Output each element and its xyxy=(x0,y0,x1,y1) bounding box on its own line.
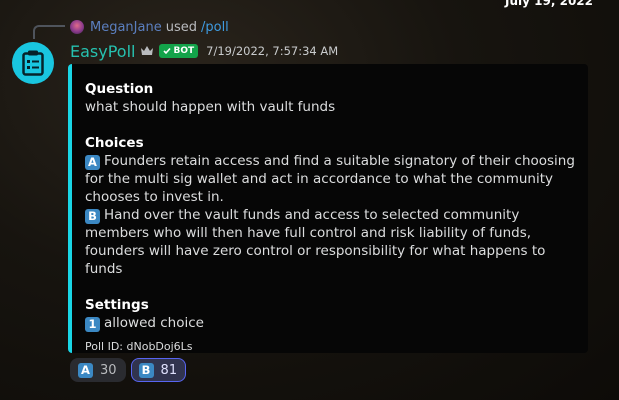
reply-command[interactable]: /poll xyxy=(201,20,229,35)
settings-label: Settings xyxy=(85,297,149,313)
letter-b-icon: B xyxy=(85,209,100,224)
bot-tag: BOT xyxy=(159,44,199,58)
reaction-b-count: 81 xyxy=(160,362,178,378)
avatar[interactable] xyxy=(12,42,54,84)
choice-a-text: Founders retain access and find a suitab… xyxy=(85,153,575,205)
reaction-b[interactable]: B 81 xyxy=(130,358,187,382)
reply-reference[interactable]: MeganJane used /poll xyxy=(70,17,229,37)
reaction-a-count: 30 xyxy=(100,362,117,378)
letter-a-icon: A xyxy=(85,155,100,170)
choice-b: B Hand over the vault funds and access to… xyxy=(85,206,578,278)
settings-text: allowed choice xyxy=(104,315,204,331)
poll-embed: Question what should happen with vault f… xyxy=(68,64,588,353)
choice-a: A Founders retain access and find a suita… xyxy=(85,152,578,206)
crown-icon xyxy=(141,46,154,55)
checkmark-icon xyxy=(163,47,172,55)
reply-avatar[interactable] xyxy=(70,20,84,34)
reply-used-text: used xyxy=(165,19,197,35)
letter-b-icon: B xyxy=(138,362,154,378)
clipboard-icon xyxy=(22,50,44,76)
poll-id-footer: Poll ID: dNobDoj6Ls xyxy=(85,340,193,353)
reply-connector xyxy=(33,25,65,39)
reaction-a[interactable]: A 30 xyxy=(70,358,126,382)
question-label: Question xyxy=(85,81,154,97)
number-one-icon: 1 xyxy=(85,317,100,332)
reaction-bar: A 30 B 81 xyxy=(70,358,187,382)
letter-a-icon: A xyxy=(78,362,93,378)
date-divider: July 19, 2022 xyxy=(505,0,593,8)
bot-tag-label: BOT xyxy=(173,46,195,56)
reply-username[interactable]: MeganJane xyxy=(90,20,162,35)
message-timestamp[interactable]: 7/19/2022, 7:57:34 AM xyxy=(206,44,338,58)
choice-b-text: Hand over the vault funds and access to … xyxy=(85,207,546,277)
settings-value: 1 allowed choice xyxy=(85,314,578,332)
choices-label: Choices xyxy=(85,135,144,151)
message-header: EasyPoll BOT 7/19/2022, 7:57:34 AM xyxy=(70,41,338,61)
question-text: what should happen with vault funds xyxy=(85,99,336,115)
author-name[interactable]: EasyPoll xyxy=(70,42,135,61)
